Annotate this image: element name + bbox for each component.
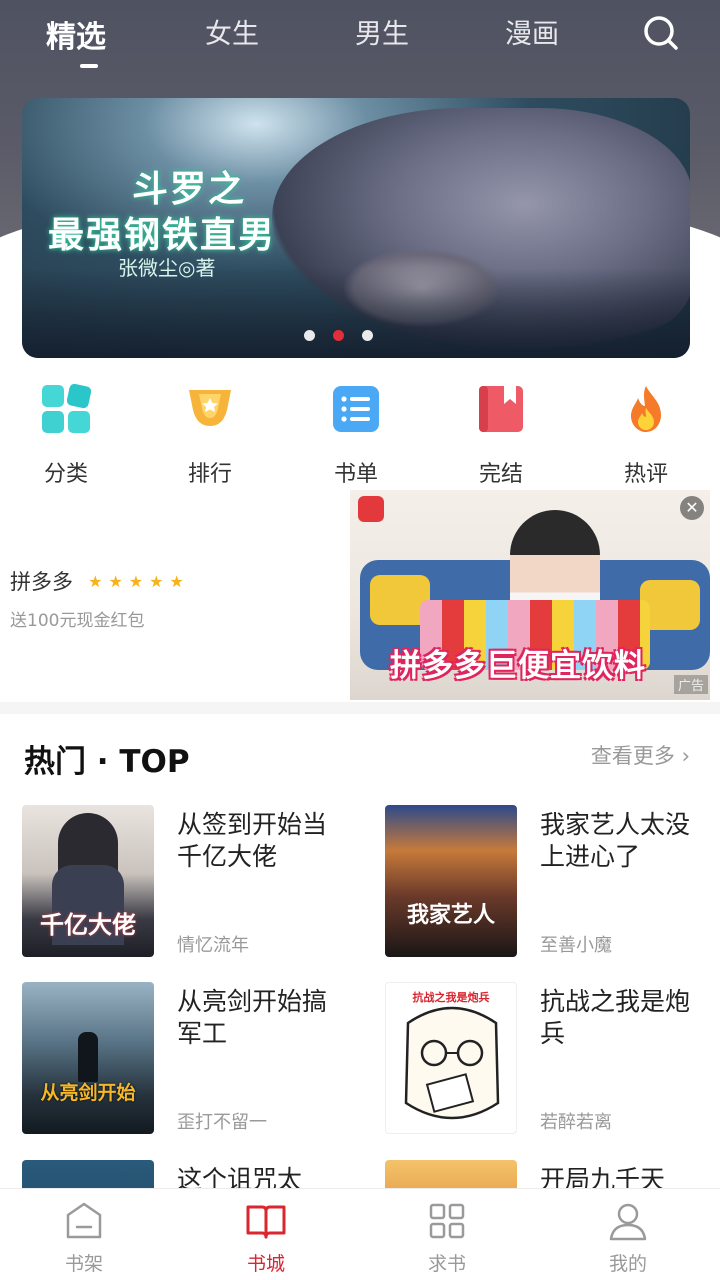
quick-item-category[interactable]: 分类 bbox=[16, 382, 116, 488]
cover-illustration bbox=[404, 1006, 500, 1120]
book-title: 从签到开始当千亿大佬 bbox=[177, 810, 328, 871]
nav-item-bookstore[interactable]: 书城 bbox=[206, 1199, 326, 1276]
ad-logo-icon bbox=[358, 496, 384, 522]
bottom-nav-bar: 书架 书城 求书 我的 bbox=[0, 1188, 720, 1280]
app-screen: 精选 女生 男生 漫画 斗罗之 最强钢铁直男 张微尘◎著 分类 排行 书单 完结… bbox=[0, 0, 720, 1280]
tab-comics[interactable]: 漫画 bbox=[505, 12, 559, 51]
tab-male[interactable]: 男生 bbox=[355, 12, 409, 51]
ad-description: 送100元现金红包 bbox=[10, 611, 145, 631]
banner-dot[interactable] bbox=[304, 330, 315, 341]
ad-app-name: 拼多多 bbox=[10, 570, 73, 594]
quick-item-label: 热评 bbox=[623, 462, 668, 487]
nav-label: 书架 bbox=[64, 1253, 103, 1275]
quick-item-label: 排行 bbox=[187, 462, 232, 487]
nav-label: 书城 bbox=[246, 1253, 285, 1275]
book-author: 情忆流年 bbox=[177, 935, 249, 956]
book-card[interactable]: 我家艺人 我家艺人太没上进心了 至善小魔 bbox=[385, 805, 720, 960]
banner-pagination bbox=[304, 330, 373, 341]
nav-item-shelf[interactable]: 书架 bbox=[24, 1199, 144, 1276]
section-divider bbox=[0, 702, 720, 714]
list-icon bbox=[329, 382, 383, 436]
quick-item-label: 完结 bbox=[478, 462, 523, 487]
see-more-link[interactable]: 查看更多 › bbox=[591, 740, 690, 770]
book-card[interactable]: 千亿大佬 从签到开始当千亿大佬 情忆流年 bbox=[22, 805, 362, 960]
nav-label: 求书 bbox=[427, 1253, 466, 1275]
book-icon bbox=[474, 382, 528, 436]
banner-author: 张微尘◎著 bbox=[118, 256, 216, 280]
book-card[interactable]: 从亮剑开始 从亮剑开始搞军工 歪打不留一 bbox=[22, 982, 362, 1137]
banner-title-line1: 斗罗之 bbox=[132, 168, 247, 210]
book-title: 从亮剑开始搞军工 bbox=[177, 987, 328, 1048]
book-author: 歪打不留一 bbox=[177, 1112, 267, 1133]
tab-active-indicator bbox=[80, 64, 98, 68]
book-card[interactable]: 抗战之我是炮兵 抗战之我是炮兵 若醉若离 bbox=[385, 982, 720, 1137]
book-title: 抗战之我是炮兵 bbox=[540, 987, 691, 1048]
tab-female[interactable]: 女生 bbox=[205, 12, 259, 51]
nav-item-profile[interactable]: 我的 bbox=[568, 1199, 688, 1276]
book-title: 我家艺人太没上进心了 bbox=[540, 810, 691, 871]
open-book-icon bbox=[244, 1199, 288, 1243]
section-title: 热门 · TOP bbox=[24, 744, 190, 780]
ad-image-caption: 拼多多巨便宜饮料 bbox=[390, 648, 646, 684]
quick-item-ranking[interactable]: 排行 bbox=[160, 382, 260, 488]
profile-icon bbox=[606, 1199, 650, 1243]
ad-rating-stars: ★★★★★ bbox=[88, 571, 190, 591]
cover-figure bbox=[78, 1032, 98, 1082]
book-author: 若醉若离 bbox=[540, 1112, 612, 1133]
flame-icon bbox=[619, 382, 673, 436]
quick-item-label: 分类 bbox=[43, 462, 88, 487]
quick-menu: 分类 排行 书单 完结 热评 bbox=[0, 372, 720, 487]
banner-dot[interactable] bbox=[362, 330, 373, 341]
quick-item-booklist[interactable]: 书单 bbox=[306, 382, 406, 488]
banner-dot-active[interactable] bbox=[333, 330, 344, 341]
trophy-icon bbox=[183, 382, 237, 436]
book-cover: 千亿大佬 bbox=[22, 805, 154, 957]
banner-title-line2: 最强钢铁直男 bbox=[48, 214, 277, 256]
cover-title: 我家艺人 bbox=[406, 902, 495, 928]
grid-icon bbox=[425, 1199, 469, 1243]
quick-item-label: 书单 bbox=[333, 462, 378, 487]
ad-image[interactable]: 拼多多巨便宜饮料 广告 ✕ bbox=[350, 490, 710, 700]
cover-title: 千亿大佬 bbox=[40, 911, 136, 939]
nav-item-request[interactable]: 求书 bbox=[387, 1199, 507, 1276]
quick-item-completed[interactable]: 完结 bbox=[451, 382, 551, 488]
close-icon[interactable]: ✕ bbox=[680, 496, 704, 520]
promo-banner[interactable]: 斗罗之 最强钢铁直男 张微尘◎著 bbox=[22, 98, 690, 358]
book-cover: 我家艺人 bbox=[385, 805, 517, 957]
shelf-icon bbox=[62, 1199, 106, 1243]
search-icon[interactable] bbox=[640, 12, 684, 56]
cover-title: 从亮剑开始 bbox=[40, 1082, 136, 1104]
ad-info: 拼多多 ★★★★★ 送100元现金红包 bbox=[10, 566, 190, 631]
top-tab-bar: 精选 女生 男生 漫画 bbox=[0, 0, 720, 80]
ad-banner[interactable]: 拼多多 ★★★★★ 送100元现金红包 拼多多巨便宜饮料 广告 ✕ bbox=[0, 490, 720, 702]
book-cover: 抗战之我是炮兵 bbox=[385, 982, 517, 1134]
quick-item-hot-reviews[interactable]: 热评 bbox=[596, 382, 696, 488]
category-icon bbox=[39, 382, 93, 436]
nav-label: 我的 bbox=[608, 1253, 647, 1275]
banner-shade bbox=[22, 268, 690, 358]
ad-badge: 广告 bbox=[673, 675, 708, 694]
book-author: 至善小魔 bbox=[540, 935, 612, 956]
tab-featured[interactable]: 精选 bbox=[46, 12, 106, 56]
book-cover: 从亮剑开始 bbox=[22, 982, 154, 1134]
